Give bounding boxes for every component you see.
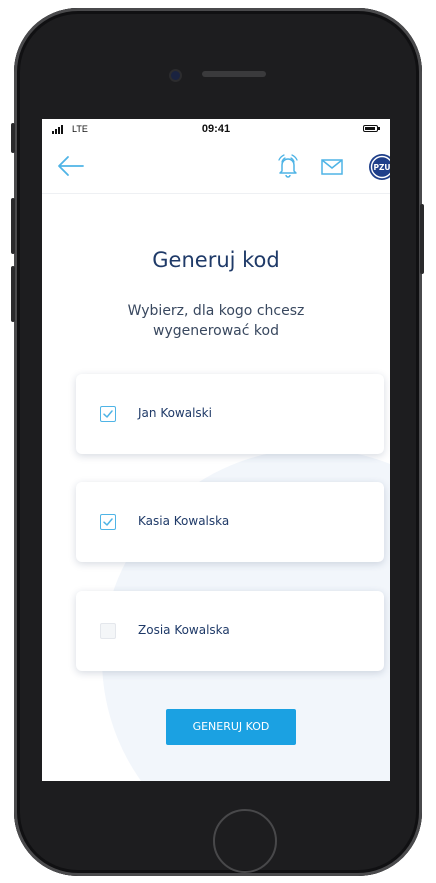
person-name: Kasia Kowalska — [138, 514, 230, 528]
page-title: Generuj kod — [152, 248, 280, 272]
mail-icon — [321, 159, 343, 175]
app-header: PZU — [42, 141, 390, 194]
messages-button[interactable] — [320, 157, 344, 177]
person-card-jan[interactable]: Jan Kowalski — [76, 374, 384, 454]
pzu-logo-icon: PZU — [369, 154, 390, 180]
volume-up-button — [11, 198, 15, 254]
volume-down-button — [11, 266, 15, 322]
person-name: Zosia Kowalska — [138, 623, 230, 637]
generate-code-button[interactable]: GENERUJ KOD — [166, 709, 296, 745]
pzu-logo[interactable]: PZU — [368, 153, 390, 181]
page-subtitle: Wybierz, dla kogo chcesz wygenerować kod — [127, 303, 305, 339]
checkmark-icon — [103, 410, 113, 418]
home-button[interactable] — [213, 809, 277, 873]
person-card-zosia[interactable]: Zosia Kowalska — [76, 591, 384, 671]
back-button[interactable] — [56, 153, 86, 179]
bell-ringing-icon — [278, 154, 298, 178]
arrow-left-icon — [58, 156, 84, 176]
person-card-kasia[interactable]: Kasia Kowalska — [76, 482, 384, 562]
person-checkbox[interactable] — [100, 623, 116, 639]
person-checkbox[interactable] — [100, 406, 116, 422]
earpiece — [202, 71, 266, 77]
silent-switch — [11, 123, 15, 153]
logo-text: PZU — [373, 163, 390, 172]
person-checkbox[interactable] — [100, 514, 116, 530]
checkmark-icon — [103, 518, 113, 526]
battery-icon — [363, 125, 380, 132]
status-time: 09:41 — [201, 123, 231, 135]
person-name: Jan Kowalski — [138, 406, 212, 420]
power-button — [420, 204, 424, 274]
app-screen: LTE 09:41 PZU Generuj kod Wybierz, dla k… — [42, 119, 390, 781]
front-camera — [171, 71, 180, 80]
notifications-button[interactable] — [274, 151, 302, 181]
status-bar: LTE 09:41 — [42, 119, 390, 141]
